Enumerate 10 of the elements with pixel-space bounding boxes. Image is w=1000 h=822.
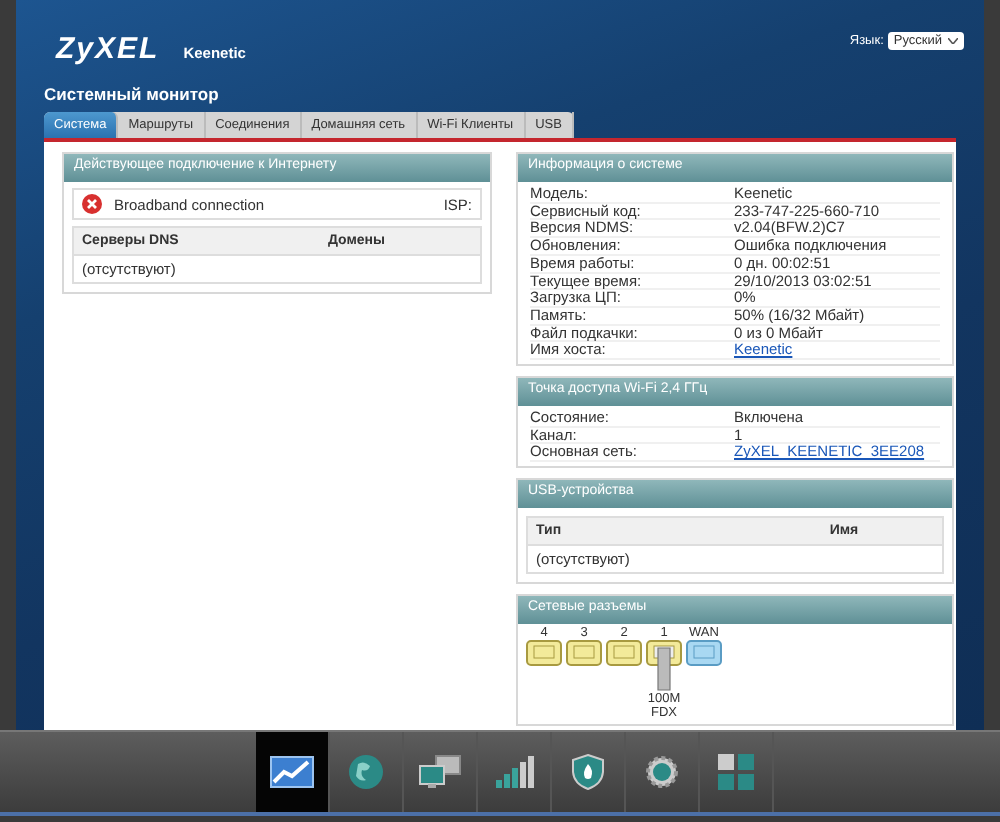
dock-button[interactable]: [255, 732, 329, 812]
shield-icon: [571, 754, 603, 790]
grid-icon: [717, 754, 753, 790]
signal-icon: [493, 756, 533, 788]
caret-icon: [948, 38, 958, 44]
chart-icon: [269, 756, 313, 788]
logo: ZyXEL: [56, 32, 160, 66]
computers-icon: [417, 754, 461, 790]
page-title: Системный монитор: [42, 82, 221, 108]
settings-icon: [643, 754, 679, 790]
